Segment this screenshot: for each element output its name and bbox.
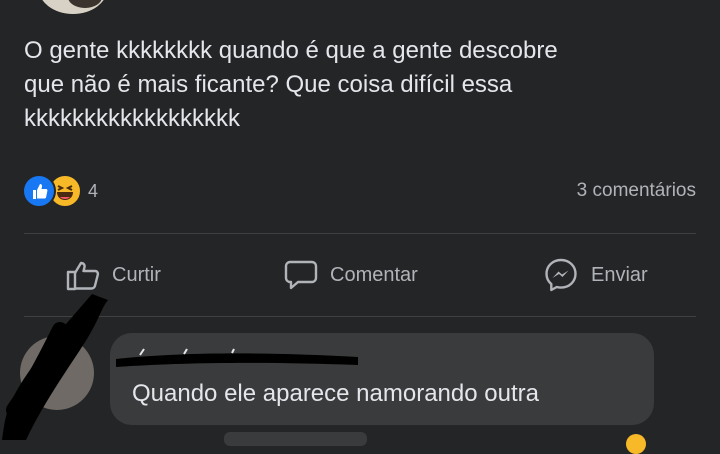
divider <box>24 233 696 234</box>
comment-reply-chip[interactable] <box>224 432 367 446</box>
comment-button-label: Comentar <box>330 263 418 286</box>
redaction-scribble <box>2 294 108 440</box>
divider <box>24 316 696 317</box>
like-button-label: Curtir <box>112 263 161 286</box>
comment-text: Quando ele aparece namorando outra <box>132 380 539 407</box>
thumbs-up-icon <box>66 261 100 291</box>
comments-count-link[interactable]: 3 comentários <box>577 180 696 202</box>
reaction-count: 4 <box>88 180 99 201</box>
reaction-summary[interactable]: 4 <box>22 174 99 208</box>
like-reaction-icon <box>22 174 56 208</box>
post-text-line: que não é mais ficante? Que coisa difíci… <box>24 71 513 98</box>
comment-reaction-icon <box>626 434 646 454</box>
comment-button[interactable]: Comentar <box>282 250 418 300</box>
messenger-icon <box>545 258 577 292</box>
send-button[interactable]: Enviar <box>541 250 648 300</box>
post-text-line: kkkkkkkkkkkkkkkkkk <box>24 105 240 132</box>
author-name-redaction <box>116 348 358 367</box>
speech-bubble-icon <box>284 260 318 290</box>
post-text-line: O gente kkkkkkkk quando é que a gente de… <box>24 37 558 64</box>
post-text: O gente kkkkkkkk quando é que a gente de… <box>24 34 704 136</box>
send-button-label: Enviar <box>591 263 648 286</box>
poster-avatar[interactable] <box>38 0 108 14</box>
